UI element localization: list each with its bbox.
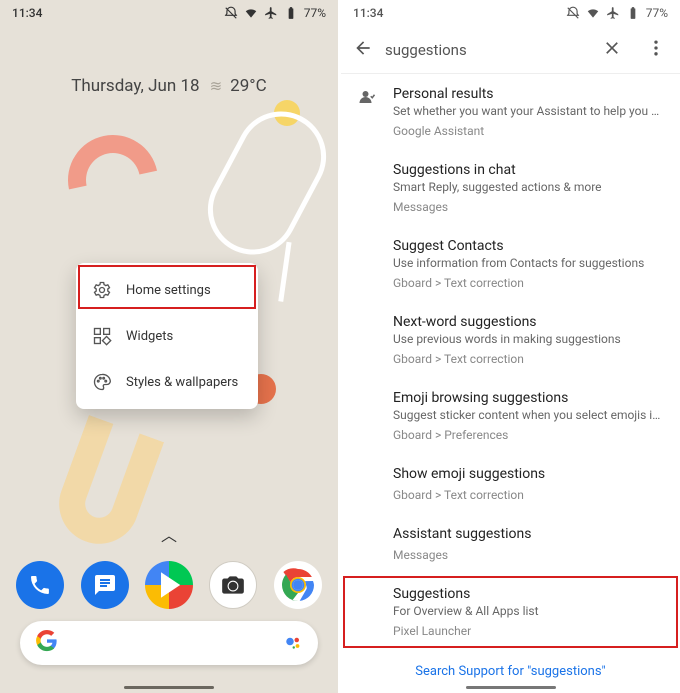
page-indicator[interactable]: ︿ <box>161 522 177 546</box>
result-breadcrumb: Gboard > Preferences <box>393 428 662 442</box>
result-title: Suggestions <box>393 586 662 602</box>
assistant-icon[interactable] <box>284 634 302 652</box>
battery-icon <box>626 6 640 20</box>
result-title: Show emoji suggestions <box>393 466 662 482</box>
menu-label: Styles & wallpapers <box>126 375 238 390</box>
result-subtitle: For Overview & All Apps list <box>393 604 662 618</box>
result-title: Suggest Contacts <box>393 238 662 254</box>
styles-item[interactable]: Styles & wallpapers <box>76 359 258 405</box>
temp-text: 29°C <box>230 76 267 96</box>
phone-app[interactable] <box>16 561 64 609</box>
search-result[interactable]: Suggest Contacts Use information from Con… <box>341 226 680 302</box>
date-text: Thursday, Jun 18 <box>71 76 199 96</box>
menu-label: Home settings <box>126 283 211 298</box>
fog-icon: ≋ <box>210 77 221 95</box>
back-arrow-icon <box>353 38 373 58</box>
gesture-handle[interactable] <box>124 686 214 689</box>
play-store-app[interactable] <box>145 561 193 609</box>
airplane-icon <box>606 6 620 20</box>
overflow-button[interactable] <box>640 32 672 68</box>
result-breadcrumb: Pixel Launcher <box>393 624 662 638</box>
result-subtitle: Use information from Contacts for sugges… <box>393 256 662 270</box>
home-settings-item[interactable]: Home settings <box>76 267 258 313</box>
context-menu: Home settings Widgets Styles & wallpaper… <box>76 263 258 409</box>
search-result[interactable]: Suggestions For Overview & All Apps list P… <box>341 574 680 650</box>
search-result[interactable]: Personal results Set whether you want you… <box>341 74 680 150</box>
person-icon <box>358 88 376 106</box>
date-widget[interactable]: Thursday, Jun 18 ≋ 29°C <box>0 76 338 96</box>
wifi-icon <box>586 6 600 20</box>
message-icon <box>93 573 117 597</box>
result-breadcrumb: Gboard > Text correction <box>393 352 662 366</box>
gear-icon <box>92 280 112 300</box>
google-logo-icon <box>36 630 58 656</box>
dnd-icon <box>566 6 580 20</box>
settings-search-screen: 11:34 77% suggestions Personal results Se… <box>341 0 680 693</box>
result-subtitle: Smart Reply, suggested actions & more <box>393 180 662 194</box>
search-result[interactable]: Suggestions in chat Smart Reply, suggeste… <box>341 150 680 226</box>
search-result[interactable]: Emoji browsing suggestions Suggest sticke… <box>341 378 680 454</box>
status-time: 11:34 <box>353 6 383 20</box>
result-breadcrumb: Google Assistant <box>393 124 662 138</box>
more-vert-icon <box>646 38 666 58</box>
search-header: suggestions <box>341 26 680 74</box>
search-result[interactable]: Assistant suggestions Messages <box>341 514 680 574</box>
widgets-item[interactable]: Widgets <box>76 313 258 359</box>
chrome-app[interactable] <box>274 561 322 609</box>
home-screen: 11:34 77% Thursday, Jun 18 ≋ 29°C Home s… <box>0 0 338 693</box>
result-title: Personal results <box>393 86 662 102</box>
widgets-icon <box>92 326 112 346</box>
result-subtitle: Suggest sticker content when you select … <box>393 408 662 422</box>
status-bar: 11:34 77% <box>341 0 680 26</box>
back-button[interactable] <box>353 38 373 62</box>
results-list[interactable]: Personal results Set whether you want you… <box>341 74 680 650</box>
clear-button[interactable] <box>596 32 628 68</box>
close-icon <box>602 38 622 58</box>
result-title: Suggestions in chat <box>393 162 662 178</box>
camera-icon <box>220 572 246 598</box>
result-breadcrumb: Gboard > Text correction <box>393 488 662 502</box>
gesture-handle[interactable] <box>466 686 556 689</box>
result-breadcrumb: Messages <box>393 200 662 214</box>
result-breadcrumb: Messages <box>393 548 662 562</box>
search-input[interactable]: suggestions <box>385 41 584 59</box>
result-title: Emoji browsing suggestions <box>393 390 662 406</box>
result-breadcrumb: Gboard > Text correction <box>393 276 662 290</box>
dock <box>0 561 338 609</box>
search-bar[interactable] <box>20 621 318 665</box>
result-subtitle: Set whether you want your Assistant to h… <box>393 104 662 118</box>
result-subtitle: Use previous words in making suggestions <box>393 332 662 346</box>
result-title: Assistant suggestions <box>393 526 662 542</box>
messages-app[interactable] <box>81 561 129 609</box>
search-result[interactable]: Show emoji suggestions Gboard > Text corr… <box>341 454 680 514</box>
search-result[interactable]: Next-word suggestions Use previous words … <box>341 302 680 378</box>
camera-app[interactable] <box>209 561 257 609</box>
palette-icon <box>92 372 112 392</box>
chrome-icon <box>274 561 322 609</box>
menu-label: Widgets <box>126 329 173 344</box>
result-title: Next-word suggestions <box>393 314 662 330</box>
battery-pct: 77% <box>646 6 668 20</box>
phone-icon <box>28 573 52 597</box>
